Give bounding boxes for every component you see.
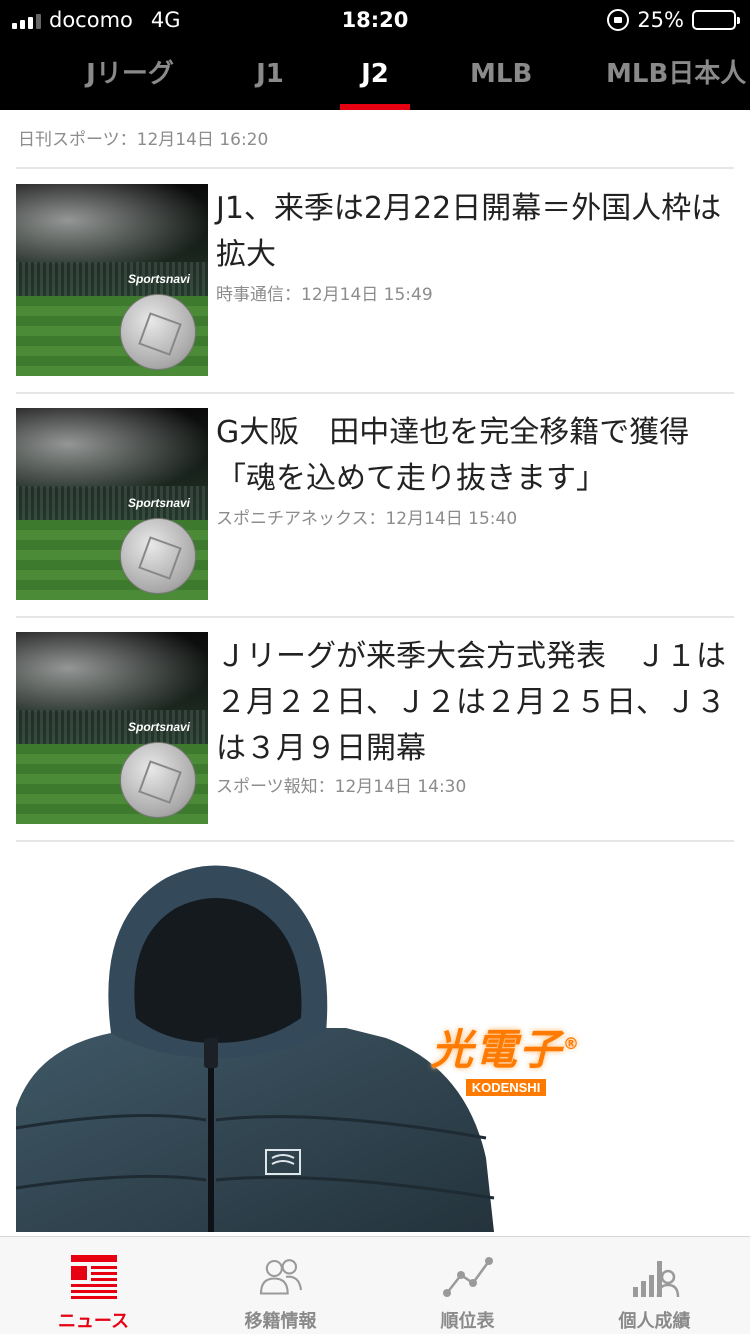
article-headline: G大阪 田中達也を完全移籍で獲得「魂を込めて走り抜きます」 <box>216 415 690 496</box>
nav-news[interactable]: ニュース <box>0 1237 187 1334</box>
previous-article-meta: 日刊スポーツ：12月14日 16:20 <box>18 130 269 150</box>
tab-partial-offscreen[interactable] <box>0 48 8 100</box>
tab-label: J1 <box>256 59 284 89</box>
nav-label: 個人成績 <box>618 1311 691 1332</box>
thumbnail-brand: Sportsnavi <box>128 272 191 286</box>
battery-percent: 25% <box>637 8 684 32</box>
article-meta: スポニチアネックス：12月14日 15:40 <box>216 509 518 529</box>
divider <box>16 167 734 169</box>
nav-player-stats[interactable]: 個人成績 <box>561 1237 748 1334</box>
article-item[interactable]: Sportsnavi G大阪 田中達也を完全移籍で獲得「魂を込めて走り抜きます」… <box>16 408 734 602</box>
advertisement-banner[interactable]: 光電子® KODENSHI <box>16 858 734 1232</box>
tab-mlb[interactable]: MLB <box>470 48 533 110</box>
article-thumbnail: Sportsnavi <box>16 408 208 600</box>
article-thumbnail: Sportsnavi <box>16 632 208 824</box>
nav-label: 移籍情報 <box>244 1311 317 1332</box>
soccer-ball-image <box>120 294 196 370</box>
status-right: 25% <box>607 8 740 32</box>
article-item[interactable]: Sportsnavi J1、来季は2月22日開幕＝外国人枠は拡大 時事通信：12… <box>16 184 734 378</box>
thumbnail-brand: Sportsnavi <box>128 496 191 510</box>
tab-j2[interactable]: J2 <box>340 48 410 110</box>
people-icon <box>259 1259 302 1295</box>
tab-label: MLB <box>470 59 533 89</box>
divider <box>16 392 734 394</box>
tab-label: Jリーグ <box>86 59 174 89</box>
article-item[interactable]: Sportsnavi Ｊリーグが来季大会方式発表 Ｊ１は２月２２日、Ｊ２は２月２… <box>16 632 734 826</box>
active-tab-indicator <box>340 104 410 110</box>
article-meta: スポーツ報知：12月14日 14:30 <box>216 777 467 797</box>
tab-label: J2 <box>361 59 389 89</box>
tab-j1[interactable]: J1 <box>250 48 290 110</box>
tab-label: MLB日本人 <box>606 59 747 89</box>
article-headline: Ｊリーグが来季大会方式発表 Ｊ１は２月２２日、Ｊ２は２月２５日、Ｊ３は３月９日開… <box>216 639 726 766</box>
divider <box>16 840 734 842</box>
news-icon <box>70 1255 117 1299</box>
app-header: docomo 4G 18:20 25% Jリーグ J1 J2 MLB MLB日本… <box>0 0 750 110</box>
tab-mlb-japanese[interactable]: MLB日本人 <box>606 48 750 110</box>
trend-chart-icon <box>442 1257 493 1297</box>
divider <box>16 616 734 618</box>
article-thumbnail: Sportsnavi <box>16 184 208 376</box>
status-bar: docomo 4G 18:20 25% <box>0 0 750 40</box>
brand-logo-kanji: 光電子® <box>406 1016 606 1077</box>
thumbnail-brand: Sportsnavi <box>128 720 191 734</box>
nav-standings[interactable]: 順位表 <box>374 1237 561 1334</box>
nav-label: ニュース <box>57 1311 130 1332</box>
soccer-ball-image <box>120 518 196 594</box>
soccer-ball-image <box>120 742 196 818</box>
kodenshi-logo: 光電子® KODENSHI <box>406 1016 606 1096</box>
category-tabs: Jリーグ J1 J2 MLB MLB日本人 <box>0 48 750 110</box>
brand-logo-latin: KODENSHI <box>465 1079 547 1096</box>
article-meta: 時事通信：12月14日 15:49 <box>216 285 433 305</box>
article-headline: J1、来季は2月22日開幕＝外国人枠は拡大 <box>216 191 722 272</box>
bar-stats-icon <box>632 1261 679 1298</box>
battery-icon <box>692 10 740 30</box>
orientation-lock-icon <box>607 9 630 31</box>
brand-kanji-text: 光電子 <box>430 1025 563 1074</box>
bottom-navigation: ニュース 移籍情報 順位表 個人成績 <box>0 1236 750 1334</box>
tab-jleague[interactable]: Jリーグ <box>84 48 176 110</box>
registered-mark: ® <box>563 1034 581 1053</box>
nav-transfers[interactable]: 移籍情報 <box>187 1237 374 1334</box>
nav-label: 順位表 <box>440 1311 495 1332</box>
